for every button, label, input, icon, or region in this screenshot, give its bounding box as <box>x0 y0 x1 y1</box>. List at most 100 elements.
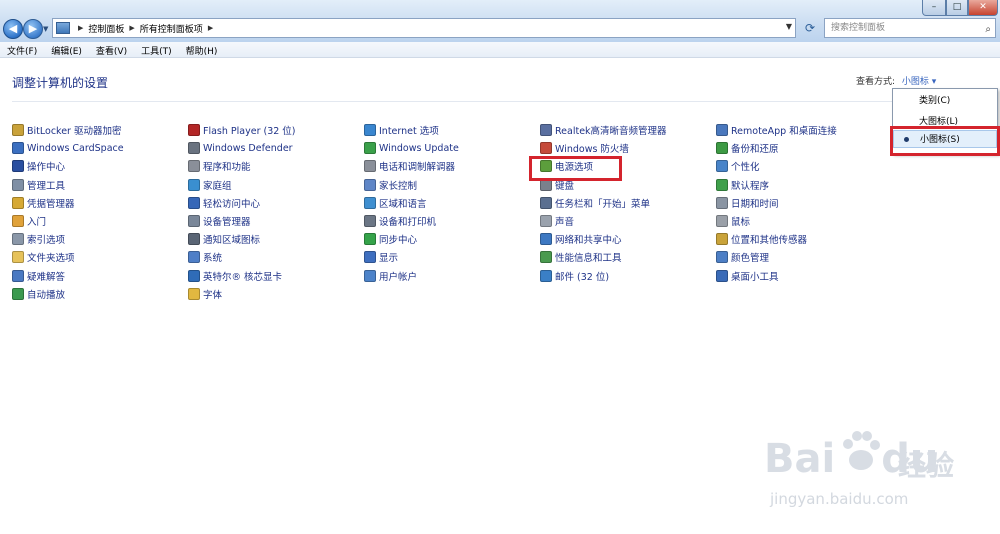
control-panel-item[interactable]: BitLocker 驱动器加密 <box>12 122 121 138</box>
control-panel-item[interactable]: 备份和还原 <box>716 140 779 156</box>
view-option-category[interactable]: 类别(C) <box>893 92 997 110</box>
control-panel-item[interactable]: Realtek高清晰音频管理器 <box>540 122 667 138</box>
item-icon <box>188 233 200 246</box>
history-dropdown-icon[interactable]: ▼ <box>43 25 48 33</box>
item-label: RemoteApp 和桌面连接 <box>731 126 837 137</box>
control-panel-item[interactable]: 疑难解答 <box>12 268 65 284</box>
menu-help[interactable]: 帮助(H) <box>179 42 225 57</box>
item-icon <box>716 215 728 227</box>
control-panel-item[interactable]: Windows Update <box>364 140 459 156</box>
menu-bar: 文件(F) 编辑(E) 查看(V) 工具(T) 帮助(H) <box>0 42 1000 58</box>
control-panel-item[interactable]: 操作中心 <box>12 158 65 174</box>
control-panel-item[interactable]: 显示 <box>364 249 398 265</box>
refresh-button[interactable]: ⟳ <box>800 18 820 38</box>
forward-button[interactable]: ▶ <box>23 19 43 39</box>
minimize-button[interactable]: – <box>922 0 946 16</box>
control-panel-item[interactable]: 文件夹选项 <box>12 249 75 265</box>
item-icon <box>540 251 552 264</box>
arrow-left-icon: ◀ <box>8 22 18 35</box>
control-panel-item[interactable]: 区域和语言 <box>364 195 427 211</box>
control-panel-item[interactable]: 电话和调制解调器 <box>364 158 455 174</box>
item-icon <box>12 196 24 209</box>
menu-file[interactable]: 文件(F) <box>0 42 44 57</box>
control-panel-item[interactable]: 自动播放 <box>12 286 65 302</box>
control-panel-item[interactable]: 默认程序 <box>716 177 769 193</box>
item-icon <box>12 251 24 264</box>
control-panel-item[interactable]: 用户帐户 <box>364 268 417 284</box>
item-label: 区域和语言 <box>379 198 427 210</box>
address-bar[interactable]: ▶ 控制面板 ▶ 所有控制面板项 ▶ ▼ <box>52 18 796 38</box>
control-panel-item[interactable]: 个性化 <box>716 158 760 174</box>
view-by-label: 查看方式: <box>856 77 896 87</box>
control-panel-item[interactable]: 桌面小工具 <box>716 268 779 284</box>
search-input[interactable]: 搜索控制面板 ⌕ <box>824 18 996 38</box>
control-panel-item[interactable]: 通知区域图标 <box>188 231 260 247</box>
control-panel-item[interactable]: 家庭组 <box>188 177 232 193</box>
control-panel-item[interactable]: 任务栏和「开始」菜单 <box>540 195 650 211</box>
control-panel-item[interactable]: Flash Player (32 位) <box>188 122 296 138</box>
control-panel-item[interactable]: 同步中心 <box>364 231 417 247</box>
item-icon <box>188 251 200 264</box>
control-panel-item[interactable]: 网络和共享中心 <box>540 231 622 247</box>
control-panel-item[interactable]: 设备管理器 <box>188 213 251 229</box>
view-by-selector[interactable]: 小图标 ▾ <box>902 77 936 87</box>
control-panel-item[interactable]: 家长控制 <box>364 177 417 193</box>
breadcrumb-separator-icon[interactable]: ▶ <box>129 24 134 32</box>
breadcrumb-separator-icon[interactable]: ▶ <box>78 24 83 32</box>
control-panel-item[interactable]: Windows 防火墙 <box>540 140 629 156</box>
item-label: Windows 防火墙 <box>555 144 629 156</box>
item-icon <box>716 269 728 282</box>
control-panel-item[interactable]: 颜色管理 <box>716 249 769 265</box>
item-label: 个性化 <box>731 162 760 174</box>
item-icon <box>364 233 376 246</box>
menu-edit[interactable]: 编辑(E) <box>44 42 89 57</box>
item-icon <box>188 124 200 136</box>
control-panel-item[interactable]: RemoteApp 和桌面连接 <box>716 122 837 138</box>
maximize-button[interactable]: □ <box>946 0 968 16</box>
control-panel-item[interactable]: 入门 <box>12 213 46 229</box>
item-label: 自动播放 <box>27 289 66 301</box>
item-icon <box>12 178 24 191</box>
control-panel-item[interactable]: 鼠标 <box>716 213 750 229</box>
control-panel-item[interactable]: 性能信息和工具 <box>540 249 622 265</box>
baidu-watermark: Bai du 经验 jingyan.baidu.com <box>756 430 976 520</box>
control-panel-item[interactable]: 字体 <box>188 286 222 302</box>
control-panel-item[interactable]: 索引选项 <box>12 231 65 247</box>
control-panel-item[interactable]: 日期和时间 <box>716 195 779 211</box>
control-panel-item[interactable]: 设备和打印机 <box>364 213 436 229</box>
item-icon <box>540 215 552 227</box>
control-panel-item[interactable]: 管理工具 <box>12 177 65 193</box>
control-panel-item[interactable]: 英特尔® 核芯显卡 <box>188 268 282 284</box>
control-panel-item[interactable]: 声音 <box>540 213 574 229</box>
control-panel-item[interactable]: 凭据管理器 <box>12 195 75 211</box>
search-icon[interactable]: ⌕ <box>985 21 991 39</box>
item-icon <box>364 178 376 191</box>
item-label: 邮件 (32 位) <box>555 271 610 283</box>
control-panel-item[interactable]: 位置和其他传感器 <box>716 231 807 247</box>
item-icon <box>12 142 24 155</box>
item-icon <box>188 142 200 155</box>
control-panel-item[interactable]: Windows CardSpace <box>12 140 124 156</box>
item-icon <box>12 160 24 173</box>
breadcrumb-separator-icon[interactable]: ▶ <box>208 24 213 32</box>
breadcrumb-control-panel[interactable]: 控制面板 <box>88 22 124 35</box>
item-icon <box>12 287 24 300</box>
back-button[interactable]: ◀ <box>3 19 23 39</box>
item-label: Windows CardSpace <box>27 142 124 154</box>
close-icon: ✕ <box>979 2 987 12</box>
control-panel-item[interactable]: Internet 选项 <box>364 122 439 138</box>
view-by: 查看方式: 小图标 ▾ <box>856 74 936 87</box>
control-panel-item[interactable]: 系统 <box>188 249 222 265</box>
control-panel-item[interactable]: 邮件 (32 位) <box>540 268 609 284</box>
breadcrumb-all-items[interactable]: 所有控制面板项 <box>140 22 203 35</box>
control-panel-item[interactable]: Windows Defender <box>188 140 293 156</box>
address-dropdown-icon[interactable]: ▼ <box>786 22 792 31</box>
menu-tools[interactable]: 工具(T) <box>134 42 179 57</box>
control-panel-item[interactable]: 轻松访问中心 <box>188 195 260 211</box>
item-icon <box>716 233 728 246</box>
item-icon <box>364 215 376 227</box>
close-button[interactable]: ✕ <box>968 0 998 16</box>
item-icon <box>188 215 200 227</box>
control-panel-item[interactable]: 程序和功能 <box>188 158 251 174</box>
menu-view[interactable]: 查看(V) <box>89 42 134 57</box>
